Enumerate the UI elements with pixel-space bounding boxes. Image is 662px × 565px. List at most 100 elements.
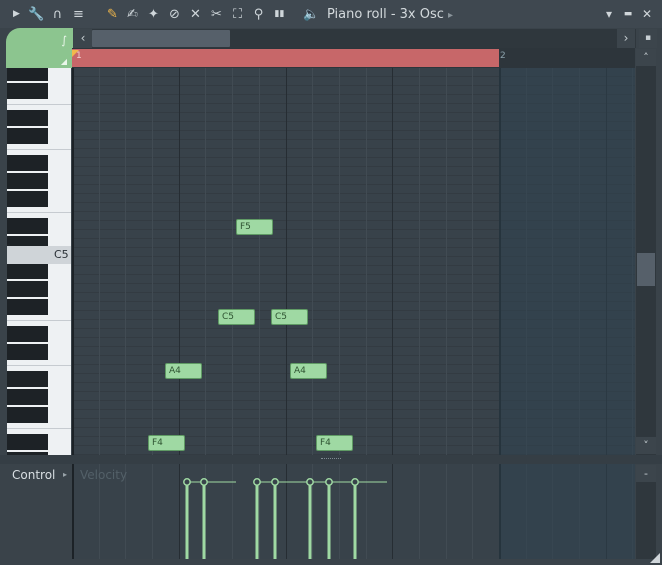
note-a4[interactable]: A4	[290, 363, 327, 379]
note-f4[interactable]: F4	[148, 435, 185, 451]
key-divider	[7, 104, 71, 105]
scroll-left-button[interactable]: ‹	[74, 29, 92, 48]
maximize-icon[interactable]: ▬	[621, 7, 635, 21]
key-c5[interactable]: C5	[7, 246, 71, 264]
black-key[interactable]	[7, 389, 48, 405]
scroll-up-button[interactable]: ˄	[636, 49, 656, 66]
control-arrow-icon[interactable]: ▸	[63, 470, 67, 479]
black-key[interactable]	[7, 68, 48, 81]
black-key[interactable]	[7, 191, 48, 207]
velocity-handle[interactable]	[200, 478, 208, 486]
wrench-icon[interactable]: 🔧	[28, 6, 45, 23]
speaker-icon[interactable]: 🔈	[303, 6, 320, 23]
velocity-handle[interactable]	[183, 478, 191, 486]
black-key[interactable]	[7, 281, 48, 297]
note-a4[interactable]: A4	[165, 363, 202, 379]
step-line	[125, 68, 126, 455]
bar-number-1: 1	[76, 51, 82, 61]
step-line	[339, 68, 340, 455]
step-line	[446, 68, 447, 455]
velocity-handle[interactable]	[271, 478, 279, 486]
horizontal-scroll-thumb[interactable]	[92, 30, 230, 47]
key-divider	[7, 365, 71, 366]
brush-icon[interactable]: ✍	[124, 6, 141, 23]
note-c5[interactable]: C5	[271, 309, 308, 325]
step-line	[366, 68, 367, 455]
window-title[interactable]: Piano roll - 3x Osc ▸	[327, 6, 453, 24]
close-icon[interactable]: ✕	[640, 7, 654, 21]
zoom-icon[interactable]: ⚲	[250, 6, 267, 23]
note-c5[interactable]: C5	[218, 309, 255, 325]
black-key[interactable]	[7, 155, 48, 171]
note-f5[interactable]: F5	[236, 219, 273, 235]
step-line	[152, 68, 153, 455]
velocity-handle[interactable]	[306, 478, 314, 486]
step-line	[419, 68, 420, 455]
scroll-down-button[interactable]: ˅	[636, 437, 656, 454]
key-label-c5: C5	[54, 248, 69, 261]
collapse-icon[interactable]: ▾	[602, 7, 616, 21]
piano-roll-window: ▶ 🔧 ∩ ≡ ✎ ✍ ✦ ⊘ ✕ ✂ ⛶ ⚲ ▮▮ 🔈 Piano roll …	[0, 0, 662, 565]
options-button[interactable]: ▪	[639, 29, 657, 48]
vertical-scroll-thumb[interactable]	[637, 253, 655, 286]
step-line	[99, 68, 100, 455]
curve-icon: ∫	[61, 34, 67, 47]
beat-line	[392, 68, 393, 455]
bar-line	[72, 68, 74, 455]
black-key[interactable]	[7, 83, 48, 99]
black-key[interactable]	[7, 434, 48, 450]
delete-icon[interactable]: ⊘	[166, 6, 183, 23]
key-divider	[7, 320, 71, 321]
loop-region[interactable]	[72, 49, 499, 67]
black-key[interactable]	[7, 299, 48, 315]
title-bar: ▶ 🔧 ∩ ≡ ✎ ✍ ✦ ⊘ ✕ ✂ ⛶ ⚲ ▮▮ 🔈 Piano roll …	[0, 0, 662, 28]
tool-corner[interactable]: ∫ ◢	[6, 28, 73, 68]
grid-outside-pattern[interactable]	[499, 68, 635, 455]
velocity-handle[interactable]	[351, 478, 359, 486]
corner-triangle-icon: ◢	[60, 57, 67, 66]
playback-icon[interactable]: ▮▮	[271, 6, 288, 23]
black-key[interactable]	[7, 407, 48, 423]
key-divider	[7, 149, 71, 150]
pencil-icon[interactable]: ✎	[104, 6, 121, 23]
control-scroll-button[interactable]: -	[636, 465, 656, 482]
step-line	[312, 68, 313, 455]
slice-icon[interactable]: ✂	[208, 6, 225, 23]
step-line	[232, 68, 233, 455]
black-key[interactable]	[7, 371, 48, 387]
black-key[interactable]	[7, 218, 48, 234]
black-key[interactable]	[7, 263, 48, 279]
black-key[interactable]	[7, 128, 48, 144]
black-key[interactable]	[7, 326, 48, 342]
step-line	[472, 68, 473, 455]
title-arrow-icon: ▸	[448, 10, 454, 21]
step-line	[259, 68, 260, 455]
key-divider	[7, 212, 71, 213]
black-key[interactable]	[7, 173, 48, 189]
mute-icon[interactable]: ✕	[187, 6, 204, 23]
black-key[interactable]	[7, 110, 48, 126]
vertical-scrollbar[interactable]	[636, 49, 656, 455]
bar-number-2: 2	[500, 51, 506, 61]
magic-icon[interactable]: ✦	[145, 6, 162, 23]
beat-line	[286, 68, 287, 455]
velocity-handle[interactable]	[253, 478, 261, 486]
key-divider	[7, 428, 71, 429]
control-parameter[interactable]: Velocity	[80, 468, 127, 482]
menu-circle-icon[interactable]: ≡	[70, 6, 87, 23]
magnet-icon[interactable]: ∩	[49, 6, 66, 23]
scroll-right-button[interactable]: ›	[617, 29, 635, 48]
resize-grip[interactable]	[650, 553, 660, 563]
splitter-grip[interactable]	[321, 458, 341, 460]
beat-line	[179, 68, 180, 455]
velocity-bars[interactable]	[72, 464, 635, 559]
velocity-handle[interactable]	[325, 478, 333, 486]
play-arrow-icon[interactable]: ▶	[8, 6, 25, 23]
note-f4[interactable]: F4	[316, 435, 353, 451]
window-title-text: Piano roll - 3x Osc	[327, 7, 444, 22]
control-label[interactable]: Control	[12, 468, 55, 482]
black-key[interactable]	[7, 344, 48, 360]
piano-keyboard[interactable]: C5	[7, 68, 71, 455]
select-icon[interactable]: ⛶	[229, 6, 246, 23]
step-line	[205, 68, 206, 455]
